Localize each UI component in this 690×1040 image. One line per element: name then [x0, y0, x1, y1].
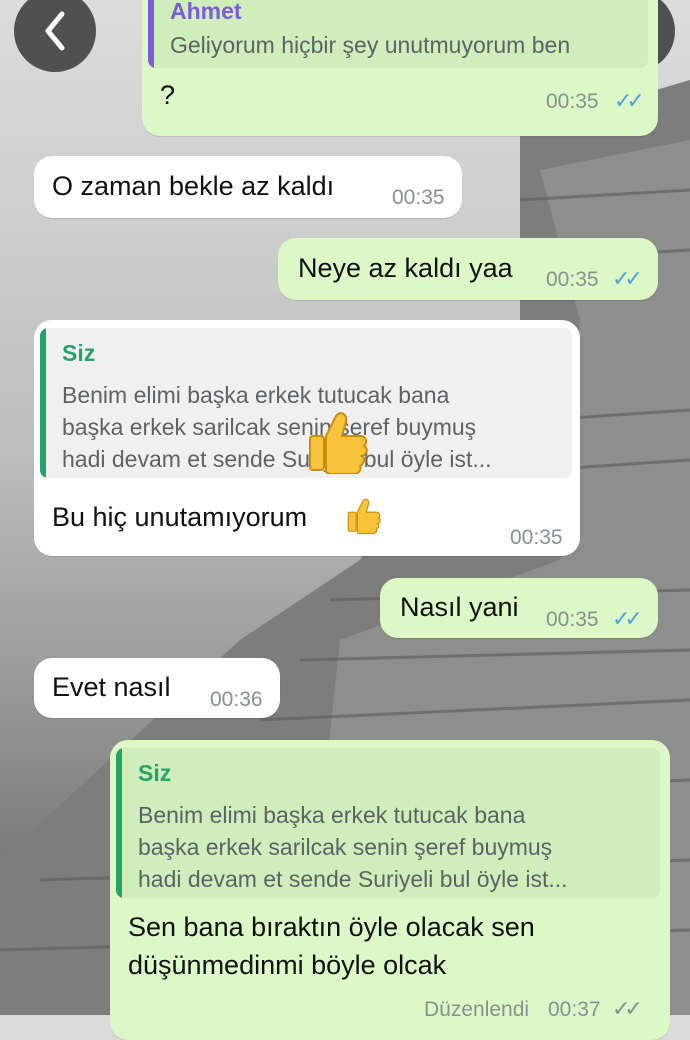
message-text: Bu hiç unutamıyorum: [52, 502, 308, 532]
read-receipt-icon: ✓✓: [614, 88, 645, 113]
quote-text: başka erkek sarilcak senin şeref buymuş: [138, 834, 553, 860]
message-time: 00:35: [510, 526, 563, 549]
message-bubble-incoming[interactable]: Siz Benim elimi başka erkek tutucak bana…: [34, 320, 580, 556]
message-text: Nasıl yani: [400, 592, 519, 622]
message-bubble-outgoing[interactable]: Neye az kaldı yaa 00:35 ✓✓: [278, 238, 658, 300]
message-bubble-outgoing[interactable]: Ahmet Geliyorum hiçbir şey unutmuyorum b…: [142, 0, 658, 136]
message-time: 00:36: [210, 688, 263, 711]
message-time: 00:35: [392, 186, 445, 209]
message-text-line: düşünmedinmi böyle olcak: [128, 950, 447, 980]
message-text: ?: [160, 80, 176, 110]
message-time: 00:35: [546, 90, 599, 113]
quote-text: hadi devam et sende Suriyeli bul öyle is…: [62, 446, 492, 472]
quote-author: Siz: [62, 340, 96, 366]
message-text-line: Sen bana bıraktın öyle olacak sen: [128, 912, 535, 942]
read-receipt-icon: ✓✓: [612, 996, 643, 1021]
message-time: 00:35: [546, 268, 599, 291]
message-bubble-outgoing[interactable]: Siz Benim elimi başka erkek tutucak bana…: [110, 740, 670, 1040]
quote-text: hadi devam et sende Suriyeli bul öyle is…: [138, 866, 568, 892]
read-receipt-icon: ✓✓: [612, 266, 643, 291]
edited-label: Düzenlendi: [424, 998, 530, 1021]
thumbs-up-emoji-icon: [347, 498, 381, 534]
quote-accent-bar: [40, 328, 46, 478]
quote-text: başka erkek sarilcak senin şeref buymuş: [62, 414, 477, 440]
quoted-message[interactable]: Ahmet Geliyorum hiçbir şey unutmuyorum b…: [148, 0, 648, 68]
message-time: 00:37: [548, 998, 601, 1021]
message-text: Neye az kaldı yaa: [298, 253, 513, 283]
quoted-message[interactable]: Siz Benim elimi başka erkek tutucak bana…: [116, 748, 660, 898]
quote-author: Siz: [138, 760, 172, 786]
quote-text: Geliyorum hiçbir şey unutmuyorum ben: [170, 32, 571, 58]
read-receipt-icon: ✓✓: [612, 606, 643, 631]
quote-accent-bar: [148, 0, 154, 68]
thumbs-up-emoji-icon: [309, 412, 368, 474]
back-button[interactable]: [14, 0, 96, 72]
quote-accent-bar: [116, 748, 122, 898]
message-bubble-incoming[interactable]: O zaman bekle az kaldı 00:35: [34, 156, 462, 218]
message-text: Evet nasıl: [52, 672, 171, 702]
message-bubble-outgoing[interactable]: Nasıl yani 00:35 ✓✓: [380, 578, 658, 638]
chevron-left-icon: [45, 11, 65, 51]
message-text: O zaman bekle az kaldı: [52, 171, 335, 201]
message-time: 00:35: [546, 608, 599, 631]
message-bubble-incoming[interactable]: Evet nasıl 00:36: [34, 658, 280, 718]
quote-text: Benim elimi başka erkek tutucak bana: [138, 802, 526, 828]
quote-text: Benim elimi başka erkek tutucak bana: [62, 382, 450, 408]
quote-author: Ahmet: [170, 0, 242, 24]
